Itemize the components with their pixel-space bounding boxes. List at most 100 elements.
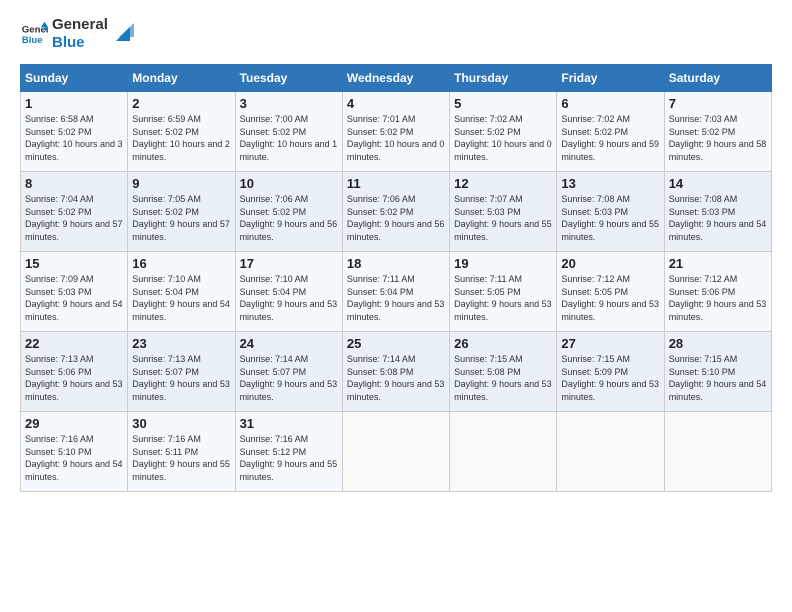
sunrise-label: Sunrise: 7:16 AM	[240, 434, 309, 444]
day-number: 30	[132, 416, 230, 431]
sunset-label: Sunset: 5:02 PM	[561, 127, 628, 137]
sunrise-label: Sunrise: 7:06 AM	[240, 194, 309, 204]
daylight-label: Daylight: 9 hours and 53 minutes.	[454, 379, 552, 402]
day-number: 5	[454, 96, 552, 111]
sunrise-label: Sunrise: 7:08 AM	[561, 194, 630, 204]
sunset-label: Sunset: 5:03 PM	[669, 207, 736, 217]
daylight-label: Daylight: 9 hours and 53 minutes.	[240, 379, 338, 402]
daylight-label: Daylight: 9 hours and 54 minutes.	[669, 219, 767, 242]
day-number: 31	[240, 416, 338, 431]
weekday-header-tuesday: Tuesday	[235, 65, 342, 92]
sunset-label: Sunset: 5:04 PM	[347, 287, 414, 297]
sunset-label: Sunset: 5:02 PM	[347, 207, 414, 217]
day-number: 20	[561, 256, 659, 271]
sunrise-label: Sunrise: 7:01 AM	[347, 114, 416, 124]
logo-text-general: General	[52, 16, 108, 34]
day-info: Sunrise: 7:16 AM Sunset: 5:10 PM Dayligh…	[25, 433, 123, 483]
sunrise-label: Sunrise: 7:15 AM	[669, 354, 738, 364]
day-info: Sunrise: 7:10 AM Sunset: 5:04 PM Dayligh…	[240, 273, 338, 323]
sunset-label: Sunset: 5:04 PM	[132, 287, 199, 297]
calendar-cell: 23 Sunrise: 7:13 AM Sunset: 5:07 PM Dayl…	[128, 332, 235, 412]
sunrise-label: Sunrise: 7:12 AM	[669, 274, 738, 284]
calendar-cell: 12 Sunrise: 7:07 AM Sunset: 5:03 PM Dayl…	[450, 172, 557, 252]
calendar-cell: 31 Sunrise: 7:16 AM Sunset: 5:12 PM Dayl…	[235, 412, 342, 492]
calendar-cell: 15 Sunrise: 7:09 AM Sunset: 5:03 PM Dayl…	[21, 252, 128, 332]
calendar-body: 1 Sunrise: 6:58 AM Sunset: 5:02 PM Dayli…	[21, 92, 772, 492]
calendar-cell: 1 Sunrise: 6:58 AM Sunset: 5:02 PM Dayli…	[21, 92, 128, 172]
sunrise-label: Sunrise: 7:11 AM	[454, 274, 522, 284]
day-number: 4	[347, 96, 445, 111]
day-info: Sunrise: 7:13 AM Sunset: 5:07 PM Dayligh…	[132, 353, 230, 403]
day-number: 16	[132, 256, 230, 271]
sunrise-label: Sunrise: 7:08 AM	[669, 194, 738, 204]
calendar-cell: 18 Sunrise: 7:11 AM Sunset: 5:04 PM Dayl…	[342, 252, 449, 332]
daylight-label: Daylight: 9 hours and 55 minutes.	[240, 459, 338, 482]
daylight-label: Daylight: 9 hours and 59 minutes.	[561, 139, 659, 162]
calendar-cell: 16 Sunrise: 7:10 AM Sunset: 5:04 PM Dayl…	[128, 252, 235, 332]
day-info: Sunrise: 7:15 AM Sunset: 5:09 PM Dayligh…	[561, 353, 659, 403]
calendar-cell: 2 Sunrise: 6:59 AM Sunset: 5:02 PM Dayli…	[128, 92, 235, 172]
daylight-label: Daylight: 9 hours and 54 minutes.	[132, 299, 230, 322]
sunrise-label: Sunrise: 7:14 AM	[347, 354, 416, 364]
logo-icon: General Blue	[20, 20, 48, 48]
sunrise-label: Sunrise: 7:11 AM	[347, 274, 415, 284]
sunrise-label: Sunrise: 7:02 AM	[454, 114, 523, 124]
day-number: 12	[454, 176, 552, 191]
sunset-label: Sunset: 5:02 PM	[454, 127, 521, 137]
day-info: Sunrise: 7:09 AM Sunset: 5:03 PM Dayligh…	[25, 273, 123, 323]
day-info: Sunrise: 7:04 AM Sunset: 5:02 PM Dayligh…	[25, 193, 123, 243]
calendar-cell: 6 Sunrise: 7:02 AM Sunset: 5:02 PM Dayli…	[557, 92, 664, 172]
sunset-label: Sunset: 5:06 PM	[25, 367, 92, 377]
sunrise-label: Sunrise: 6:59 AM	[132, 114, 201, 124]
logo: General Blue General Blue	[20, 16, 134, 52]
header: General Blue General Blue	[20, 16, 772, 52]
day-number: 28	[669, 336, 767, 351]
day-info: Sunrise: 7:06 AM Sunset: 5:02 PM Dayligh…	[240, 193, 338, 243]
day-number: 21	[669, 256, 767, 271]
day-number: 27	[561, 336, 659, 351]
daylight-label: Daylight: 9 hours and 53 minutes.	[347, 299, 445, 322]
calendar-cell: 13 Sunrise: 7:08 AM Sunset: 5:03 PM Dayl…	[557, 172, 664, 252]
sunrise-label: Sunrise: 7:10 AM	[240, 274, 309, 284]
sunrise-label: Sunrise: 7:06 AM	[347, 194, 416, 204]
day-info: Sunrise: 7:11 AM Sunset: 5:04 PM Dayligh…	[347, 273, 445, 323]
sunset-label: Sunset: 5:08 PM	[454, 367, 521, 377]
calendar-cell	[664, 412, 771, 492]
calendar-cell: 20 Sunrise: 7:12 AM Sunset: 5:05 PM Dayl…	[557, 252, 664, 332]
sunset-label: Sunset: 5:10 PM	[25, 447, 92, 457]
calendar-cell: 27 Sunrise: 7:15 AM Sunset: 5:09 PM Dayl…	[557, 332, 664, 412]
calendar-cell: 4 Sunrise: 7:01 AM Sunset: 5:02 PM Dayli…	[342, 92, 449, 172]
calendar-cell: 24 Sunrise: 7:14 AM Sunset: 5:07 PM Dayl…	[235, 332, 342, 412]
day-number: 19	[454, 256, 552, 271]
day-info: Sunrise: 7:13 AM Sunset: 5:06 PM Dayligh…	[25, 353, 123, 403]
daylight-label: Daylight: 9 hours and 53 minutes.	[561, 379, 659, 402]
calendar-cell	[450, 412, 557, 492]
day-info: Sunrise: 7:02 AM Sunset: 5:02 PM Dayligh…	[454, 113, 552, 163]
day-info: Sunrise: 7:14 AM Sunset: 5:07 PM Dayligh…	[240, 353, 338, 403]
day-info: Sunrise: 7:05 AM Sunset: 5:02 PM Dayligh…	[132, 193, 230, 243]
weekday-header-monday: Monday	[128, 65, 235, 92]
sunrise-label: Sunrise: 7:15 AM	[561, 354, 630, 364]
day-number: 14	[669, 176, 767, 191]
calendar-cell: 5 Sunrise: 7:02 AM Sunset: 5:02 PM Dayli…	[450, 92, 557, 172]
calendar-cell	[557, 412, 664, 492]
day-number: 17	[240, 256, 338, 271]
sunrise-label: Sunrise: 7:16 AM	[132, 434, 201, 444]
calendar-week-1: 1 Sunrise: 6:58 AM Sunset: 5:02 PM Dayli…	[21, 92, 772, 172]
day-info: Sunrise: 7:02 AM Sunset: 5:02 PM Dayligh…	[561, 113, 659, 163]
sunrise-label: Sunrise: 7:02 AM	[561, 114, 630, 124]
day-info: Sunrise: 7:06 AM Sunset: 5:02 PM Dayligh…	[347, 193, 445, 243]
day-info: Sunrise: 7:08 AM Sunset: 5:03 PM Dayligh…	[669, 193, 767, 243]
daylight-label: Daylight: 9 hours and 57 minutes.	[132, 219, 230, 242]
daylight-label: Daylight: 10 hours and 3 minutes.	[25, 139, 123, 162]
sunrise-label: Sunrise: 7:15 AM	[454, 354, 523, 364]
daylight-label: Daylight: 10 hours and 2 minutes.	[132, 139, 230, 162]
sunrise-label: Sunrise: 7:04 AM	[25, 194, 94, 204]
calendar-table: SundayMondayTuesdayWednesdayThursdayFrid…	[20, 64, 772, 492]
svg-text:Blue: Blue	[22, 35, 43, 46]
day-number: 29	[25, 416, 123, 431]
day-info: Sunrise: 7:15 AM Sunset: 5:10 PM Dayligh…	[669, 353, 767, 403]
sunset-label: Sunset: 5:07 PM	[132, 367, 199, 377]
calendar-cell: 19 Sunrise: 7:11 AM Sunset: 5:05 PM Dayl…	[450, 252, 557, 332]
weekday-row: SundayMondayTuesdayWednesdayThursdayFrid…	[21, 65, 772, 92]
